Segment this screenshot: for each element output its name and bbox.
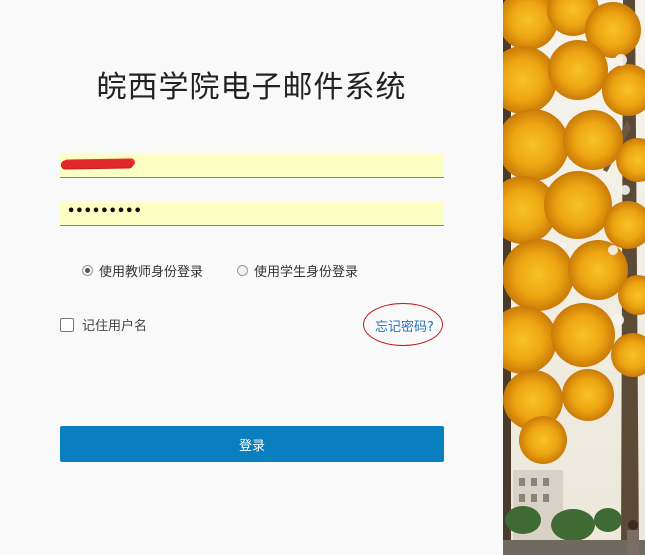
student-login-radio[interactable]: 使用学生身份登录 bbox=[237, 261, 358, 280]
radio-checked-icon[interactable] bbox=[82, 265, 93, 276]
forgot-password-link[interactable]: 忘记密码? bbox=[375, 316, 434, 335]
password-input[interactable]: ••••••••• bbox=[60, 202, 444, 226]
page-title: 皖西学院电子邮件系统 bbox=[96, 70, 407, 105]
remember-username-option[interactable]: 记住用户名 bbox=[60, 315, 147, 334]
ginkgo-tree-illustration bbox=[503, 0, 645, 555]
remember-username-label: 记住用户名 bbox=[82, 319, 148, 334]
password-value: ••••••••• bbox=[67, 204, 142, 219]
redaction-mark bbox=[60, 159, 134, 169]
remember-username-checkbox[interactable] bbox=[60, 317, 74, 332]
background-photo bbox=[503, 0, 645, 555]
teacher-login-radio[interactable]: 使用教师身份登录 bbox=[82, 261, 203, 280]
login-button[interactable]: 登录 bbox=[60, 426, 444, 462]
student-login-label: 使用学生身份登录 bbox=[254, 265, 359, 280]
login-panel: 皖西学院电子邮件系统 ••••••••• 使用教师身份登录 使用学生身份登录 记… bbox=[0, 0, 503, 555]
username-input[interactable] bbox=[60, 154, 444, 178]
radio-unchecked-icon[interactable] bbox=[237, 265, 248, 276]
teacher-login-label: 使用教师身份登录 bbox=[99, 265, 204, 280]
